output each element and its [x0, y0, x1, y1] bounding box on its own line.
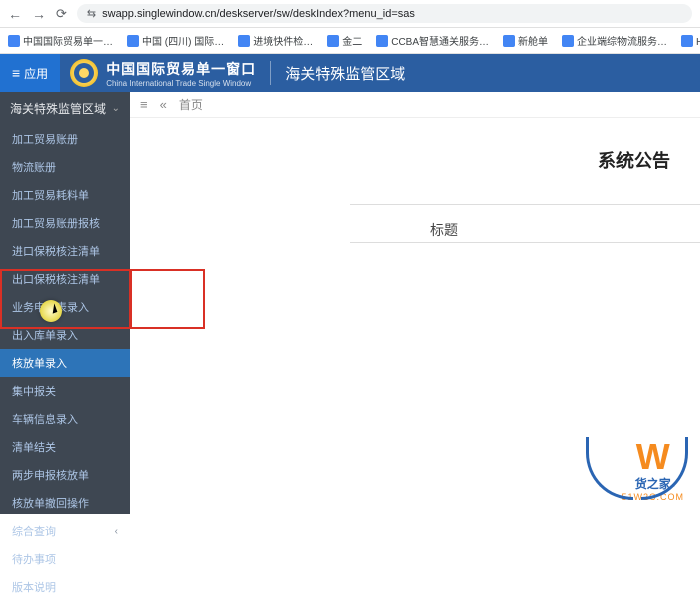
sidebar-item[interactable]: 加工贸易账册报核: [0, 209, 130, 237]
sidebar-item-label: 两步申报核放单: [12, 467, 89, 483]
sidebar-item[interactable]: 待办事项: [0, 545, 130, 573]
sidebar-item-label: 综合查询: [12, 523, 56, 539]
favicon-icon: [8, 35, 20, 47]
sidebar-item-label: 待办事项: [12, 551, 56, 567]
bookmark-item[interactable]: 进境快件检…: [238, 33, 313, 48]
browser-toolbar: ← → ⟳ ⇆ swapp.singlewindow.cn/deskserver…: [0, 0, 700, 28]
sidebar-item-label: 核放单撤回操作: [12, 495, 89, 511]
logo-icon: [70, 59, 98, 87]
sidebar-item[interactable]: 核放单撤回操作: [0, 489, 130, 517]
sidebar-item-label: 业务申报表录入: [12, 299, 89, 315]
chevron-left-icon: ‹: [115, 526, 118, 537]
tab-prev-icon[interactable]: «: [160, 97, 167, 112]
chevron-down-icon: ⌄: [112, 103, 120, 114]
bookmark-item[interactable]: 中国国际贸易单一…: [8, 33, 113, 48]
forward-icon[interactable]: →: [32, 6, 46, 22]
sidebar-item-label: 清单结关: [12, 439, 56, 455]
sidebar-item[interactable]: 核放单录入: [0, 349, 130, 377]
sidebar-item[interactable]: 业务申报表录入: [0, 293, 130, 321]
favicon-icon: [327, 35, 339, 47]
divider: [350, 242, 700, 243]
url-bar[interactable]: ⇆ swapp.singlewindow.cn/deskserver/sw/de…: [77, 4, 692, 23]
sidebar-item-label: 车辆信息录入: [12, 411, 78, 427]
sidebar-item-label: 出入库单录入: [12, 327, 78, 343]
sidebar-title[interactable]: 海关特殊监管区域 ⌄: [0, 92, 130, 125]
app-header: ≡ 应用 中国国际贸易单一窗口 China International Trad…: [0, 54, 700, 92]
sidebar-item-label: 核放单录入: [12, 355, 67, 371]
favicon-icon: [127, 35, 139, 47]
bookmarks-bar: 中国国际贸易单一… 中国 (四川) 国际… 进境快件检… 金二 CCBA智慧通关…: [0, 28, 700, 54]
hamburger-icon: ≡: [12, 65, 20, 81]
watermark: W 货之家 51W2C.COM: [621, 439, 684, 502]
favicon-icon: [238, 35, 250, 47]
sidebar-item-label: 加工贸易账册: [12, 131, 78, 147]
tab-home[interactable]: 首页: [179, 96, 203, 113]
brand-title-en: China International Trade Single Window: [106, 79, 256, 88]
sidebar-item-label: 进口保税核注清单: [12, 243, 100, 259]
sidebar-item[interactable]: 出口保税核注清单: [0, 265, 130, 293]
sidebar-item[interactable]: 综合查询 ‹: [0, 517, 130, 545]
favicon-icon: [376, 35, 388, 47]
bookmark-item[interactable]: HS编码查询,新滘关…: [681, 33, 700, 48]
column-header: 标题: [430, 220, 458, 240]
bookmark-item[interactable]: 新舱单: [503, 33, 548, 48]
favicon-icon: [562, 35, 574, 47]
sidebar-item-label: 出口保税核注清单: [12, 271, 100, 287]
sidebar-item-label: 加工贸易耗料单: [12, 187, 89, 203]
sidebar-item[interactable]: 加工贸易耗料单: [0, 181, 130, 209]
back-icon[interactable]: ←: [8, 6, 22, 22]
brand-title-cn: 中国国际贸易单一窗口: [106, 59, 256, 79]
tab-bar: ≡ « 首页: [130, 92, 700, 118]
sidebar-item[interactable]: 进口保税核注清单: [0, 237, 130, 265]
sidebar-item[interactable]: 版本说明: [0, 573, 130, 601]
bookmark-item[interactable]: 企业端综物流服务…: [562, 33, 667, 48]
favicon-icon: [503, 35, 515, 47]
apps-button[interactable]: ≡ 应用: [0, 54, 60, 92]
site-info-icon[interactable]: ⇆: [87, 7, 96, 20]
sidebar-item-label: 加工贸易账册报核: [12, 215, 100, 231]
sidebar-item[interactable]: 两步申报核放单: [0, 461, 130, 489]
section-title: 海关特殊监管区域: [285, 63, 405, 84]
notice-title: 系统公告: [598, 147, 670, 173]
menu-collapse-icon[interactable]: ≡: [140, 97, 148, 112]
divider: [350, 204, 700, 205]
content-area: ≡ « 首页 系统公告 标题 W 货之家 51W2C.COM: [130, 92, 700, 514]
sidebar-item[interactable]: 集中报关: [0, 377, 130, 405]
favicon-icon: [681, 35, 693, 47]
brand-logo: 中国国际贸易单一窗口 China International Trade Sin…: [70, 59, 256, 88]
bookmark-item[interactable]: 金二: [327, 33, 362, 48]
sidebar-item-label: 集中报关: [12, 383, 56, 399]
refresh-icon[interactable]: ⟳: [56, 6, 67, 22]
sidebar-item[interactable]: 车辆信息录入: [0, 405, 130, 433]
bookmark-item[interactable]: 中国 (四川) 国际…: [127, 33, 224, 48]
sidebar-item[interactable]: 出入库单录入: [0, 321, 130, 349]
sidebar-item[interactable]: 加工贸易账册: [0, 125, 130, 153]
divider: [270, 61, 271, 85]
sidebar-item[interactable]: 物流账册: [0, 153, 130, 181]
sidebar-item-label: 版本说明: [12, 579, 56, 595]
sidebar-item[interactable]: 清单结关: [0, 433, 130, 461]
url-text: swapp.singlewindow.cn/deskserver/sw/desk…: [102, 8, 415, 20]
sidebar-item-label: 物流账册: [12, 159, 56, 175]
apps-label: 应用: [24, 65, 48, 82]
bookmark-item[interactable]: CCBA智慧通关服务…: [376, 33, 489, 48]
sidebar: 海关特殊监管区域 ⌄ 加工贸易账册物流账册加工贸易耗料单加工贸易账册报核进口保税…: [0, 92, 130, 514]
